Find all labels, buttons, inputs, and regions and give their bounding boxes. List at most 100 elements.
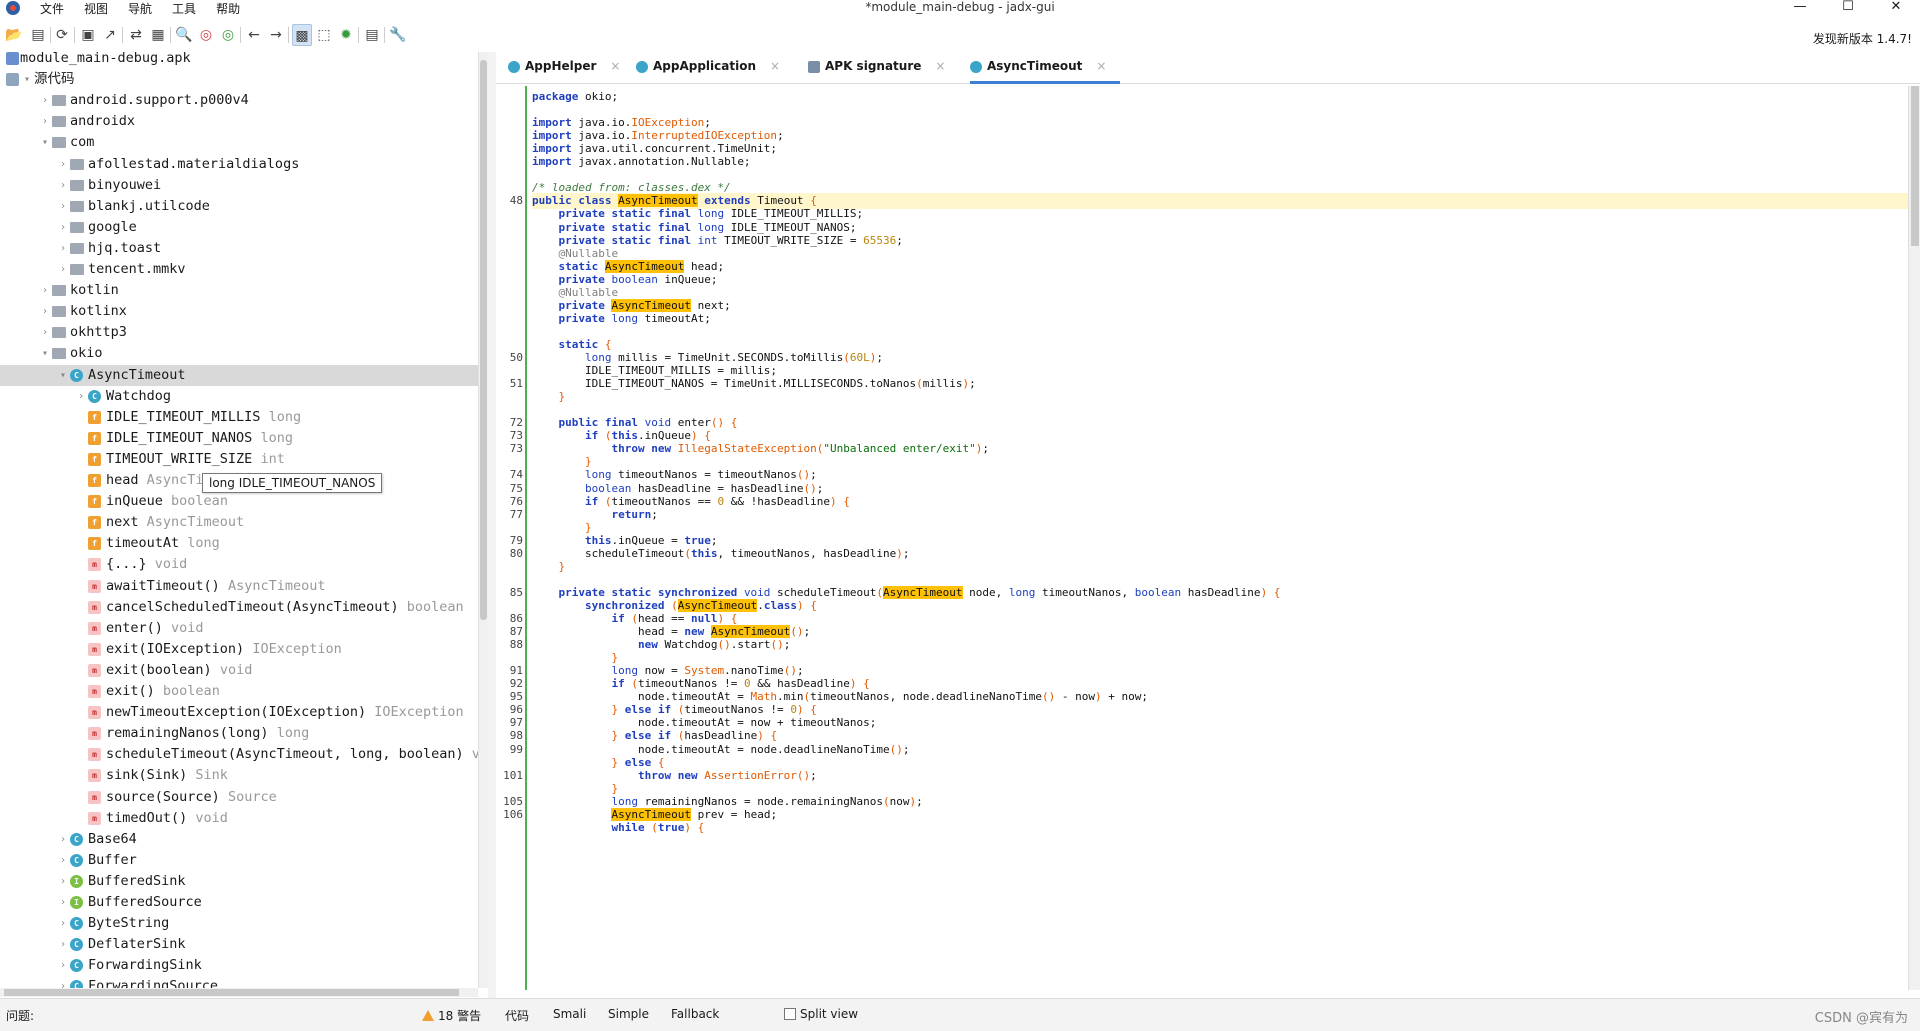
chevron-right-icon[interactable]: › (58, 175, 68, 196)
tab-apk-signature[interactable]: APK signature × (808, 52, 945, 84)
flatten-icon[interactable]: ▦ (148, 24, 168, 46)
search-class-icon[interactable]: ◎ (196, 24, 216, 46)
chevron-right-icon[interactable]: › (58, 259, 68, 280)
search-icon[interactable]: 🔍 (174, 24, 194, 46)
chevron-right-icon[interactable]: › (40, 280, 50, 301)
tree-node[interactable]: f timeoutAt long (0, 533, 478, 554)
log-icon[interactable]: ▤ (362, 24, 382, 46)
chevron-right-icon[interactable]: › (76, 386, 86, 407)
update-notice[interactable]: 发现新版本 1.4.7! (1813, 30, 1912, 47)
tab-appapplication[interactable]: AppApplication × (636, 52, 780, 84)
tree-node[interactable]: › androidx (0, 111, 478, 132)
tree-node[interactable]: f TIMEOUT_WRITE_SIZE int (0, 449, 478, 470)
reload-icon[interactable]: ⟳ (52, 24, 72, 46)
project-tree[interactable]: module_main-debug.apk ▾ 源代码 › android.suppor… (0, 52, 478, 988)
menu-item[interactable]: 工具 (172, 0, 196, 17)
tree-node[interactable]: ▾ 源代码 (0, 69, 478, 90)
close-tab-icon[interactable]: × (1096, 59, 1106, 73)
tree-node[interactable]: m {...} void (0, 554, 478, 575)
tree-node[interactable]: f next AsyncTimeout (0, 512, 478, 533)
debug-icon[interactable]: ✹ (336, 24, 356, 46)
chevron-down-icon[interactable]: ▾ (40, 132, 50, 153)
forward-icon[interactable]: → (266, 24, 286, 46)
chevron-right-icon[interactable]: › (58, 829, 68, 850)
tree-node[interactable]: › android.support.p000v4 (0, 90, 478, 111)
tree-node[interactable]: m scheduleTimeout(AsyncTimeout, long, boo… (0, 744, 478, 765)
tree-node[interactable]: ▾ com (0, 132, 478, 153)
tree-node[interactable]: › I BufferedSink (0, 871, 478, 892)
tree-node[interactable]: › C ForwardingSink (0, 955, 478, 976)
tree-node[interactable]: m enter() void (0, 618, 478, 639)
tree-node[interactable]: f IDLE_TIMEOUT_NANOS long (0, 428, 478, 449)
chevron-right-icon[interactable]: › (58, 217, 68, 238)
mode-simple-button[interactable]: Simple (608, 1007, 649, 1021)
chevron-down-icon[interactable]: ▾ (22, 69, 32, 90)
tab-apphelper[interactable]: AppHelper × (508, 52, 620, 84)
tree-node[interactable]: › C Base64 (0, 829, 478, 850)
tree-node[interactable]: m sink(Sink) Sink (0, 765, 478, 786)
chevron-right-icon[interactable]: › (40, 322, 50, 343)
tree-scroll-thumb[interactable] (480, 60, 487, 620)
mode-fallback-button[interactable]: Fallback (671, 1007, 719, 1021)
tree-node[interactable]: › C Watchdog (0, 386, 478, 407)
mode-code-button[interactable]: 代码 (505, 1007, 529, 1024)
tree-node[interactable]: m exit(IOException) IOException (0, 639, 478, 660)
open-icon[interactable]: 📂 (4, 24, 24, 46)
tree-node[interactable]: m newTimeoutException(IOException) IOExce… (0, 702, 478, 723)
checkbox[interactable] (784, 1008, 796, 1020)
add-files-icon[interactable]: ▤ (28, 24, 48, 46)
tree-node[interactable]: › C DeflaterSink (0, 934, 478, 955)
chevron-right-icon[interactable]: › (58, 892, 68, 913)
chevron-down-icon[interactable]: ▾ (58, 365, 68, 386)
chevron-right-icon[interactable]: › (58, 976, 68, 988)
menu-item[interactable]: 视图 (84, 0, 108, 17)
tree-node[interactable]: › kotlin (0, 280, 478, 301)
chevron-right-icon[interactable]: › (40, 111, 50, 132)
tree-node[interactable]: m exit() boolean (0, 681, 478, 702)
save-icon[interactable]: ▣ (78, 24, 98, 46)
chevron-right-icon[interactable]: › (58, 196, 68, 217)
chevron-right-icon[interactable]: › (58, 934, 68, 955)
chevron-right-icon[interactable]: › (40, 301, 50, 322)
code-line[interactable]: while (true) { (532, 820, 1908, 836)
chevron-right-icon[interactable]: › (58, 871, 68, 892)
tree-node[interactable]: › C Buffer (0, 850, 478, 871)
chevron-right-icon[interactable]: › (58, 955, 68, 976)
tree-node[interactable]: m remainingNanos(long) long (0, 723, 478, 744)
tree-node[interactable]: › tencent.mmkv (0, 259, 478, 280)
tree-node[interactable]: m exit(boolean) void (0, 660, 478, 681)
tree-node[interactable]: › afollestad.materialdialogs (0, 154, 478, 175)
tree-hscroll-thumb[interactable] (4, 989, 459, 996)
editor-vertical-scrollbar[interactable] (1908, 86, 1920, 990)
tree-node[interactable]: › google (0, 217, 478, 238)
export-icon[interactable]: ↗ (100, 24, 120, 46)
close-tab-icon[interactable]: × (935, 59, 945, 73)
close-tab-icon[interactable]: × (770, 59, 780, 73)
tree-node[interactable]: m source(Source) Source (0, 787, 478, 808)
tree-node[interactable]: module_main-debug.apk (0, 52, 478, 69)
tree-node[interactable]: › I BufferedSource (0, 892, 478, 913)
tree-node[interactable]: › okhttp3 (0, 322, 478, 343)
tree-node[interactable]: ▾ okio (0, 343, 478, 364)
chevron-right-icon[interactable]: › (58, 238, 68, 259)
settings-icon[interactable]: 🔧 (388, 24, 408, 46)
menu-item[interactable]: 文件 (40, 0, 64, 17)
tree-node[interactable]: › binyouwei (0, 175, 478, 196)
tree-node[interactable]: › hjq.toast (0, 238, 478, 259)
tree-node[interactable]: f inQueue boolean (0, 491, 478, 512)
tab-asynctimeout[interactable]: AsyncTimeout × (970, 52, 1121, 84)
editor-scroll-thumb[interactable] (1911, 86, 1919, 246)
split-view-toggle[interactable]: Split view (784, 1007, 858, 1021)
tree-node[interactable]: m timedOut() void (0, 808, 478, 829)
tree-horizontal-scrollbar[interactable] (0, 988, 478, 997)
tree-node[interactable]: m awaitTimeout() AsyncTimeout (0, 576, 478, 597)
pane-splitter[interactable] (488, 52, 496, 998)
tree-vertical-scrollbar[interactable] (478, 52, 488, 988)
mode-smali-button[interactable]: Smali (553, 1007, 586, 1021)
tree-node[interactable]: › C ByteString (0, 913, 478, 934)
maximize-button[interactable]: ☐ (1824, 0, 1872, 14)
quark-icon[interactable]: ⬚ (314, 24, 334, 46)
menu-item[interactable]: 导航 (128, 0, 152, 17)
menu-item[interactable]: 帮助 (216, 0, 240, 17)
close-tab-icon[interactable]: × (610, 59, 620, 73)
